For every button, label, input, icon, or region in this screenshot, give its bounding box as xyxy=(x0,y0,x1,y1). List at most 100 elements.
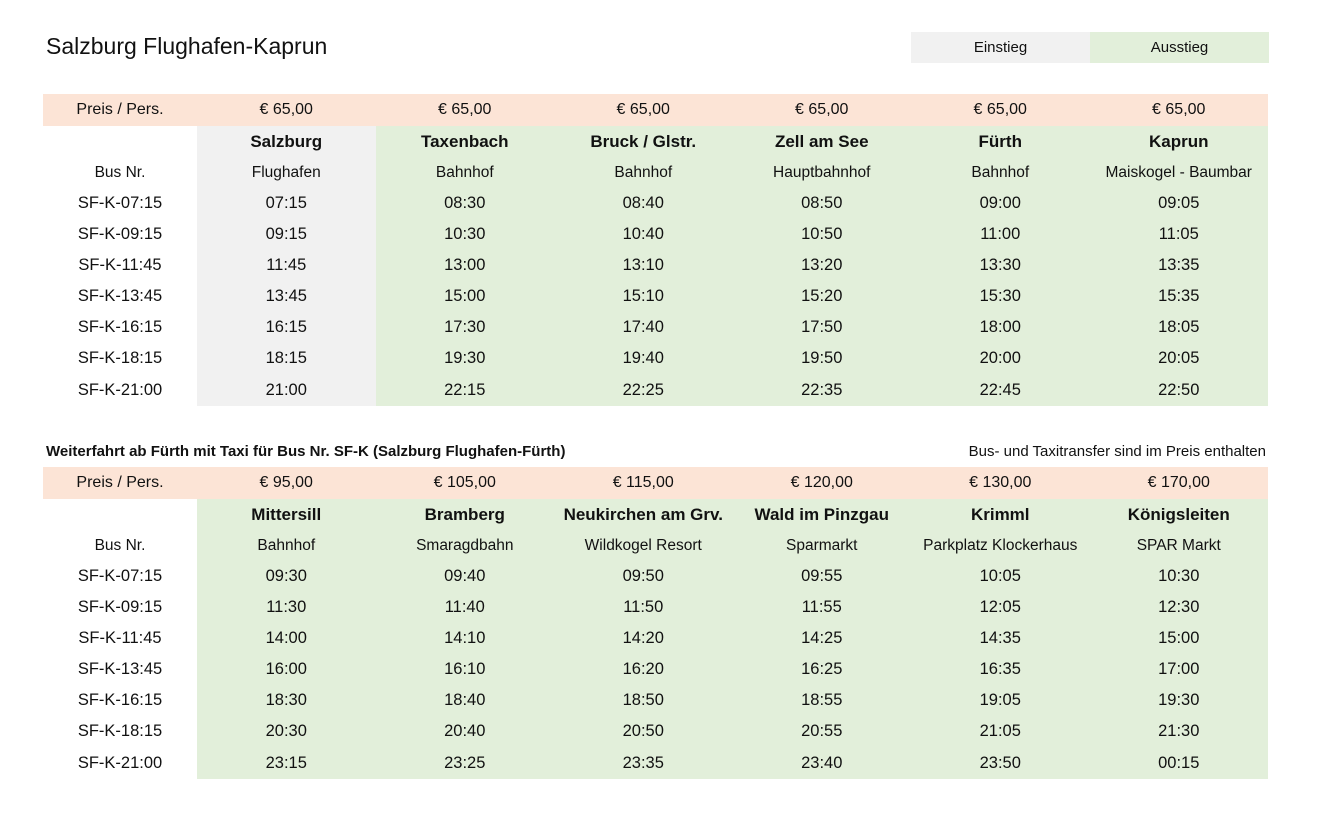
time-cell: 15:35 xyxy=(1089,281,1268,312)
time-cell: 18:05 xyxy=(1089,312,1268,343)
bus-number: SF-K-13:45 xyxy=(43,654,197,685)
time-cell: 19:05 xyxy=(911,685,1090,716)
time-cell: 13:10 xyxy=(554,250,733,281)
stop-location: Maiskogel - Baumbar xyxy=(1089,157,1268,188)
time-cell: 10:30 xyxy=(1089,561,1268,592)
stop-location: Hauptbahnhof xyxy=(732,157,911,188)
legend-einstieg: Einstieg xyxy=(911,32,1090,63)
time-cell: 11:55 xyxy=(732,592,911,623)
time-cell: 08:50 xyxy=(732,188,911,219)
stop-location: Bahnhof xyxy=(375,157,554,188)
time-cell: 09:30 xyxy=(197,561,376,592)
time-cell: 22:35 xyxy=(732,374,911,406)
bus-number: SF-K-09:15 xyxy=(43,219,197,250)
time-cell: 22:50 xyxy=(1089,374,1268,406)
time-cell: 21:30 xyxy=(1089,716,1268,747)
time-cell: 09:15 xyxy=(197,219,376,250)
stop-row: Mittersill Bramberg Neukirchen am Grv. Wald… xyxy=(43,499,1268,530)
stop-location: Flughafen xyxy=(197,157,376,188)
legend: Einstieg Ausstieg xyxy=(911,32,1269,63)
time-cell: 08:30 xyxy=(375,188,554,219)
time-cell: 18:55 xyxy=(732,685,911,716)
time-cell: 18:40 xyxy=(375,685,554,716)
price-cell: € 120,00 xyxy=(732,467,911,499)
time-cell: 15:20 xyxy=(732,281,911,312)
price-cell: € 65,00 xyxy=(911,94,1090,126)
time-cell: 20:30 xyxy=(197,716,376,747)
stop-location: Wildkogel Resort xyxy=(554,530,733,561)
time-cell: 19:30 xyxy=(375,343,554,374)
stop-name: Salzburg xyxy=(197,126,376,157)
time-cell: 10:05 xyxy=(911,561,1090,592)
stop-location: Parkplatz Klockerhaus xyxy=(911,530,1090,561)
time-cell: 16:20 xyxy=(554,654,733,685)
time-cell: 10:50 xyxy=(732,219,911,250)
time-cell: 15:30 xyxy=(911,281,1090,312)
time-cell: 18:15 xyxy=(197,343,376,374)
price-label: Preis / Pers. xyxy=(43,94,197,126)
price-cell: € 65,00 xyxy=(732,94,911,126)
price-cell: € 65,00 xyxy=(375,94,554,126)
time-cell: 17:50 xyxy=(732,312,911,343)
page-title: Salzburg Flughafen-Kaprun xyxy=(46,33,328,59)
stop-location: Smaragdbahn xyxy=(375,530,554,561)
stop-name: Königsleiten xyxy=(1089,499,1268,530)
time-cell: 16:35 xyxy=(911,654,1090,685)
table-row: SF-K-09:15 11:30 11:40 11:50 11:55 12:05 12:30 xyxy=(43,592,1268,623)
stop-name: Wald im Pinzgau xyxy=(732,499,911,530)
time-cell: 22:25 xyxy=(554,374,733,406)
table-row: SF-K-18:15 18:15 19:30 19:40 19:50 20:00 20:05 xyxy=(43,343,1268,374)
time-cell: 16:10 xyxy=(375,654,554,685)
time-cell: 13:00 xyxy=(375,250,554,281)
stop-location: Bahnhof xyxy=(197,530,376,561)
substop-row: Bus Nr. Flughafen Bahnhof Bahnhof Hauptbahnh… xyxy=(43,157,1268,188)
time-cell: 11:05 xyxy=(1089,219,1268,250)
stop-name: Zell am See xyxy=(732,126,911,157)
time-cell: 09:50 xyxy=(554,561,733,592)
bus-number: SF-K-11:45 xyxy=(43,250,197,281)
time-cell: 23:15 xyxy=(197,747,376,779)
table-row: SF-K-07:15 09:30 09:40 09:50 09:55 10:05 10:30 xyxy=(43,561,1268,592)
substop-row: Bus Nr. Bahnhof Smaragdbahn Wildkogel Resor… xyxy=(43,530,1268,561)
table-row: SF-K-13:45 16:00 16:10 16:20 16:25 16:35 17:00 xyxy=(43,654,1268,685)
time-cell: 16:15 xyxy=(197,312,376,343)
table-row: SF-K-13:45 13:45 15:00 15:10 15:20 15:30 15:35 xyxy=(43,281,1268,312)
time-cell: 07:15 xyxy=(197,188,376,219)
time-cell: 15:00 xyxy=(375,281,554,312)
time-cell: 14:10 xyxy=(375,623,554,654)
price-cell: € 65,00 xyxy=(1089,94,1268,126)
time-cell: 14:20 xyxy=(554,623,733,654)
time-cell: 00:15 xyxy=(1089,747,1268,779)
price-label: Preis / Pers. xyxy=(43,467,197,499)
time-cell: 11:00 xyxy=(911,219,1090,250)
time-cell: 09:05 xyxy=(1089,188,1268,219)
bus-number: SF-K-21:00 xyxy=(43,747,197,779)
stop-name: Kaprun xyxy=(1089,126,1268,157)
price-cell: € 65,00 xyxy=(554,94,733,126)
time-cell: 11:40 xyxy=(375,592,554,623)
time-cell: 12:05 xyxy=(911,592,1090,623)
time-cell: 18:50 xyxy=(554,685,733,716)
price-cell: € 95,00 xyxy=(197,467,376,499)
timetable-fuerth-taxi: Preis / Pers. € 95,00 € 105,00 € 115,00 € 12… xyxy=(43,467,1268,779)
stop-name: Mittersill xyxy=(197,499,376,530)
time-cell: 11:50 xyxy=(554,592,733,623)
time-cell: 10:40 xyxy=(554,219,733,250)
bus-number: SF-K-07:15 xyxy=(43,561,197,592)
time-cell: 14:00 xyxy=(197,623,376,654)
stop-name: Fürth xyxy=(911,126,1090,157)
time-cell: 12:30 xyxy=(1089,592,1268,623)
stop-location: Sparmarkt xyxy=(732,530,911,561)
stop-name: Krimml xyxy=(911,499,1090,530)
bus-number: SF-K-07:15 xyxy=(43,188,197,219)
bus-number-header: Bus Nr. xyxy=(43,530,197,561)
time-cell: 23:40 xyxy=(732,747,911,779)
bus-number: SF-K-16:15 xyxy=(43,312,197,343)
stop-location: Bahnhof xyxy=(911,157,1090,188)
bus-number: SF-K-13:45 xyxy=(43,281,197,312)
bus-number: SF-K-18:15 xyxy=(43,716,197,747)
time-cell: 09:00 xyxy=(911,188,1090,219)
time-cell: 21:00 xyxy=(197,374,376,406)
taxi-note: Weiterfahrt ab Fürth mit Taxi für Bus Nr… xyxy=(46,443,566,460)
time-cell: 09:40 xyxy=(375,561,554,592)
